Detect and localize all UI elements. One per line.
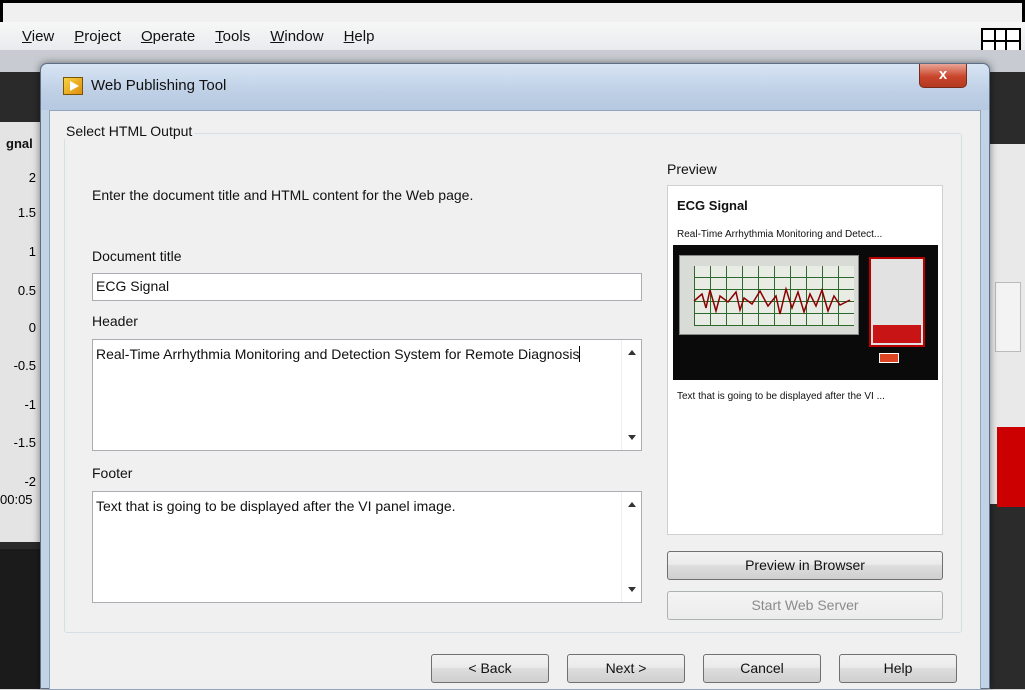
back-button[interactable]: < Back bbox=[431, 654, 549, 683]
scroll-up-icon[interactable] bbox=[628, 350, 636, 355]
instruction-text: Enter the document title and HTML conten… bbox=[92, 187, 474, 203]
y-tick: 1.5 bbox=[17, 205, 36, 220]
menu-help[interactable]: Help bbox=[344, 28, 375, 45]
start-web-server-button[interactable]: Start Web Server bbox=[667, 591, 943, 620]
header-value: Real-Time Arrhythmia Monitoring and Dete… bbox=[96, 346, 580, 362]
menu-window[interactable]: Window bbox=[270, 28, 323, 45]
web-publishing-dialog: Web Publishing Tool x Select HTML Output… bbox=[40, 63, 990, 690]
close-button[interactable]: x bbox=[919, 64, 967, 88]
group-label: Select HTML Output bbox=[64, 123, 195, 139]
y-tick: 0.5 bbox=[17, 283, 36, 298]
dialog-title-bar[interactable]: Web Publishing Tool x bbox=[41, 64, 989, 110]
preview-pane: ECG Signal Real-Time Arrhythmia Monitori… bbox=[667, 185, 943, 535]
document-title-input[interactable]: ECG Signal bbox=[92, 273, 642, 301]
y-tick: -1 bbox=[24, 397, 36, 412]
menu-tools[interactable]: Tools bbox=[215, 28, 250, 45]
thumbnail-controls bbox=[869, 257, 925, 347]
text-cursor bbox=[579, 346, 581, 362]
menu-bar: View Project Operate Tools Window Help bbox=[0, 22, 1025, 50]
document-title-value: ECG Signal bbox=[96, 278, 170, 294]
thumbnail-waveform-graph bbox=[679, 255, 859, 335]
document-title-label: Document title bbox=[92, 248, 182, 264]
header-label: Header bbox=[92, 313, 138, 329]
preview-in-browser-button[interactable]: Preview in Browser bbox=[667, 551, 943, 580]
help-button[interactable]: Help bbox=[839, 654, 957, 683]
scroll-down-icon[interactable] bbox=[628, 435, 636, 440]
y-tick: -0.5 bbox=[13, 358, 36, 373]
footer-value: Text that is going to be displayed after… bbox=[96, 498, 456, 514]
vi-panel-thumbnail bbox=[673, 245, 938, 380]
menu-view[interactable]: View bbox=[22, 28, 54, 45]
y-tick: 2 bbox=[28, 170, 36, 185]
footer-textarea[interactable]: Text that is going to be displayed after… bbox=[92, 491, 642, 603]
menu-operate[interactable]: Operate bbox=[141, 28, 195, 45]
chart-title: gnal bbox=[6, 136, 33, 151]
y-tick: 1 bbox=[28, 244, 36, 259]
dialog-title: Web Publishing Tool bbox=[91, 77, 227, 94]
footer-scrollbar[interactable] bbox=[621, 492, 641, 602]
next-button[interactable]: Next > bbox=[567, 654, 685, 683]
header-scrollbar[interactable] bbox=[621, 340, 641, 450]
scroll-up-icon[interactable] bbox=[628, 502, 636, 507]
footer-label: Footer bbox=[92, 465, 133, 481]
x-start-label: 00:05 bbox=[0, 492, 33, 507]
y-axis: 2 1.5 1 0.5 0 -0.5 -1 -1.5 -2 00:05 bbox=[0, 122, 40, 542]
scroll-down-icon[interactable] bbox=[628, 587, 636, 592]
y-tick: -1.5 bbox=[13, 435, 36, 450]
dialog-client-area: Select HTML Output Enter the document ti… bbox=[49, 110, 981, 690]
header-textarea[interactable]: Real-Time Arrhythmia Monitoring and Dete… bbox=[92, 339, 642, 451]
cancel-button[interactable]: Cancel bbox=[703, 654, 821, 683]
background-right-panel bbox=[985, 72, 1025, 689]
preview-header: Real-Time Arrhythmia Monitoring and Dete… bbox=[677, 229, 883, 240]
preview-footer: Text that is going to be displayed after… bbox=[677, 391, 885, 402]
preview-label: Preview bbox=[667, 161, 717, 177]
preview-title: ECG Signal bbox=[677, 198, 748, 213]
y-tick: -2 bbox=[24, 474, 36, 489]
y-tick: 0 bbox=[28, 320, 36, 335]
menu-project[interactable]: Project bbox=[74, 28, 121, 45]
labview-run-icon bbox=[63, 77, 83, 95]
